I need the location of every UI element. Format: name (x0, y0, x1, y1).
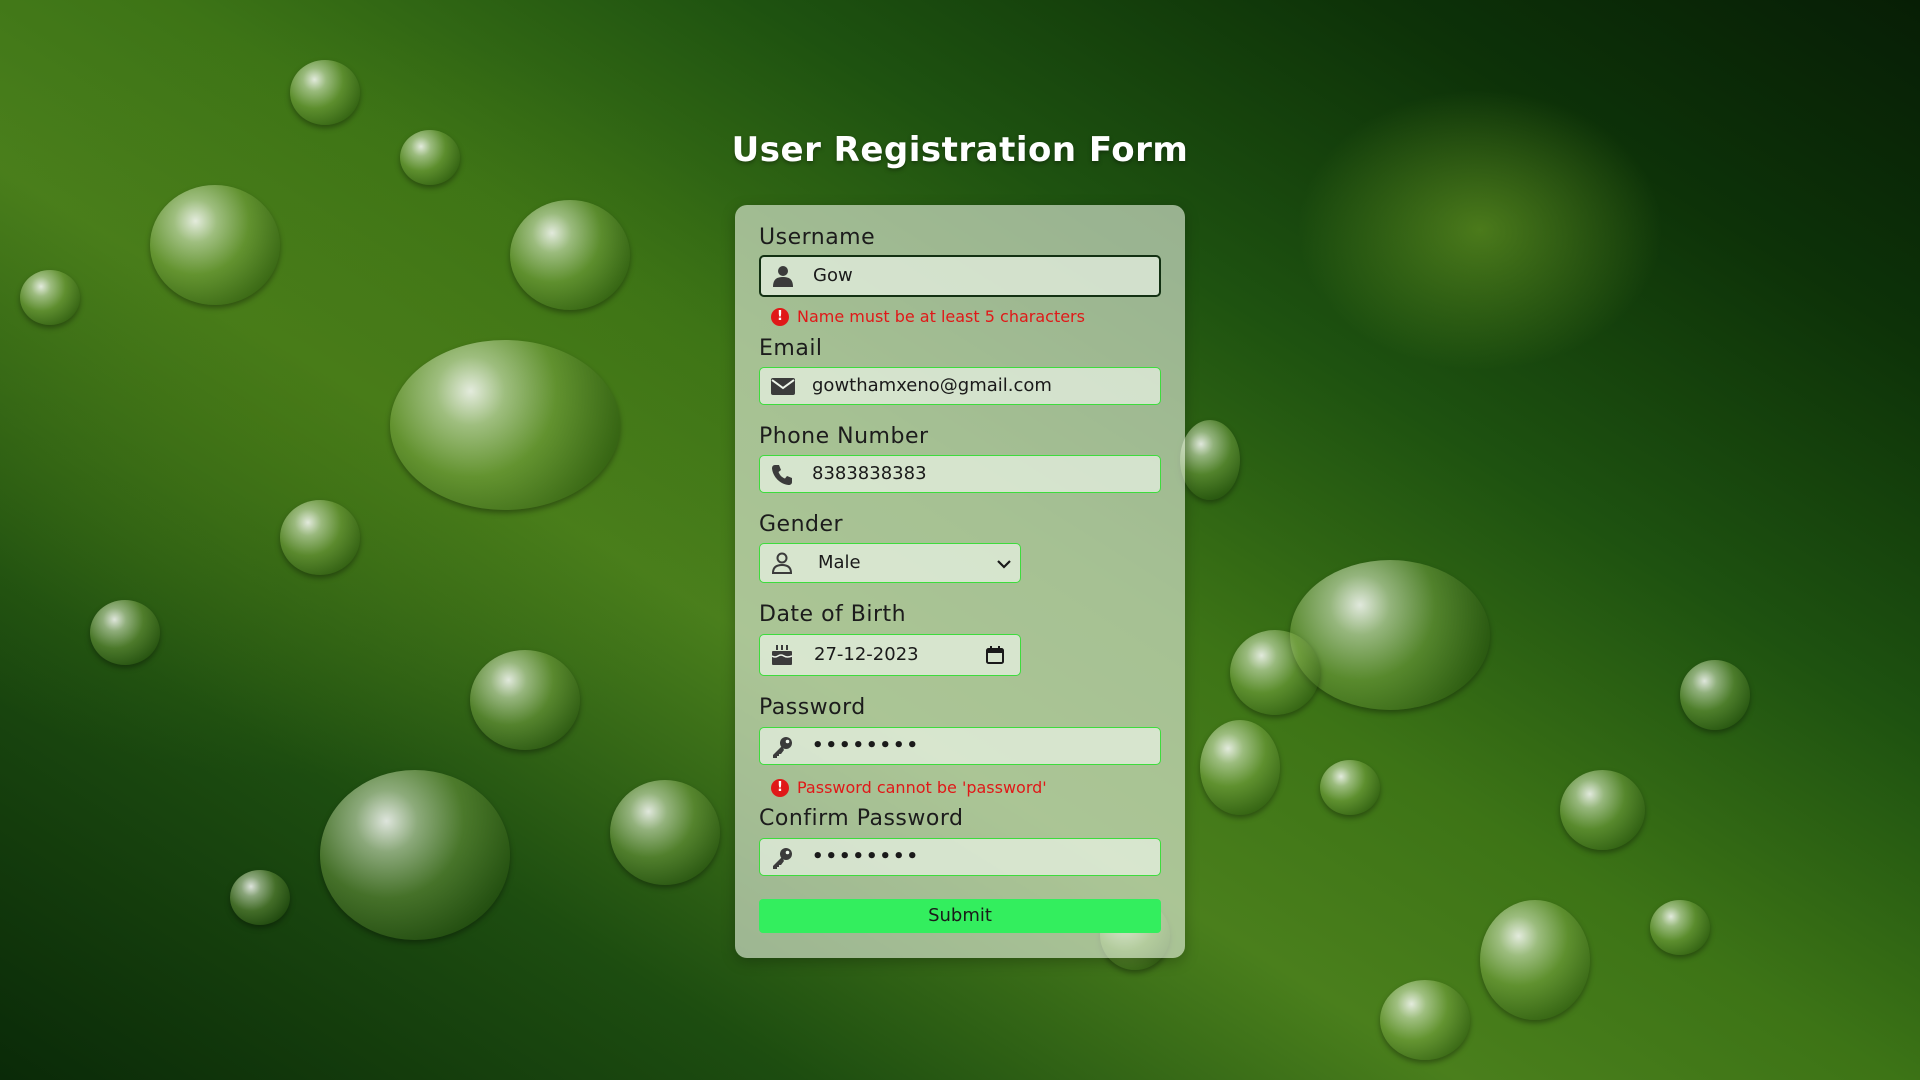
confirm-password-value: •••••••• (812, 846, 921, 867)
username-error-text: Name must be at least 5 characters (797, 307, 1085, 326)
chevron-down-icon[interactable] (996, 556, 1012, 575)
phone-icon (770, 463, 794, 485)
confirm-password-field[interactable]: •••••••• (759, 838, 1161, 876)
username-error: ! Name must be at least 5 characters (771, 307, 1085, 326)
exclamation-circle-icon: ! (771, 307, 789, 326)
user-outline-icon (770, 551, 794, 574)
water-drop (1290, 560, 1490, 710)
username-field[interactable]: Gow (759, 255, 1161, 297)
key-icon (770, 846, 794, 869)
calendar-icon[interactable] (986, 646, 1004, 668)
phone-label: Phone Number (759, 424, 929, 449)
water-drop (390, 340, 620, 510)
confirm-password-label: Confirm Password (759, 806, 964, 831)
water-drop (1380, 980, 1470, 1060)
water-drop (470, 650, 580, 750)
password-error-text: Password cannot be 'password' (797, 778, 1047, 797)
gender-value: Male (818, 552, 861, 573)
email-label: Email (759, 336, 823, 361)
submit-button[interactable]: Submit (759, 899, 1161, 933)
dob-field[interactable]: 27-12-2023 (759, 634, 1021, 676)
password-value: •••••••• (812, 735, 921, 756)
page-title: User Registration Form (731, 130, 1189, 170)
water-drop (610, 780, 720, 885)
dob-label: Date of Birth (759, 602, 907, 627)
water-drop (1650, 900, 1710, 955)
username-label: Username (759, 225, 876, 250)
phone-field[interactable]: 8383838383 (759, 455, 1161, 493)
email-field[interactable]: gowthamxeno@gmail.com (759, 367, 1161, 405)
email-value: gowthamxeno@gmail.com (812, 375, 1052, 396)
password-label: Password (759, 695, 866, 720)
gender-label: Gender (759, 512, 844, 537)
registration-form: Username Gow ! Name must be at least 5 c… (735, 205, 1185, 958)
water-drop (290, 60, 360, 125)
water-drop (280, 500, 360, 575)
phone-value: 8383838383 (812, 463, 927, 484)
gender-select[interactable]: Male (759, 543, 1021, 583)
user-icon (771, 264, 795, 287)
exclamation-circle-icon: ! (771, 778, 789, 797)
water-drop (1230, 630, 1320, 715)
water-drop (1200, 720, 1280, 815)
water-drop (20, 270, 80, 325)
water-drop (1320, 760, 1380, 815)
water-drop (1680, 660, 1750, 730)
envelope-icon (770, 375, 795, 397)
water-drop (230, 870, 290, 925)
birthday-cake-icon (770, 643, 794, 665)
password-error: ! Password cannot be 'password' (771, 778, 1047, 797)
water-drop (1560, 770, 1645, 850)
water-drop (510, 200, 630, 310)
dob-value: 27-12-2023 (814, 644, 919, 665)
water-drop (90, 600, 160, 665)
key-icon (770, 735, 794, 758)
water-drop (150, 185, 280, 305)
water-drop (1180, 420, 1240, 500)
water-drop (1480, 900, 1590, 1020)
water-drop (320, 770, 510, 940)
username-value: Gow (813, 265, 853, 286)
password-field[interactable]: •••••••• (759, 727, 1161, 765)
